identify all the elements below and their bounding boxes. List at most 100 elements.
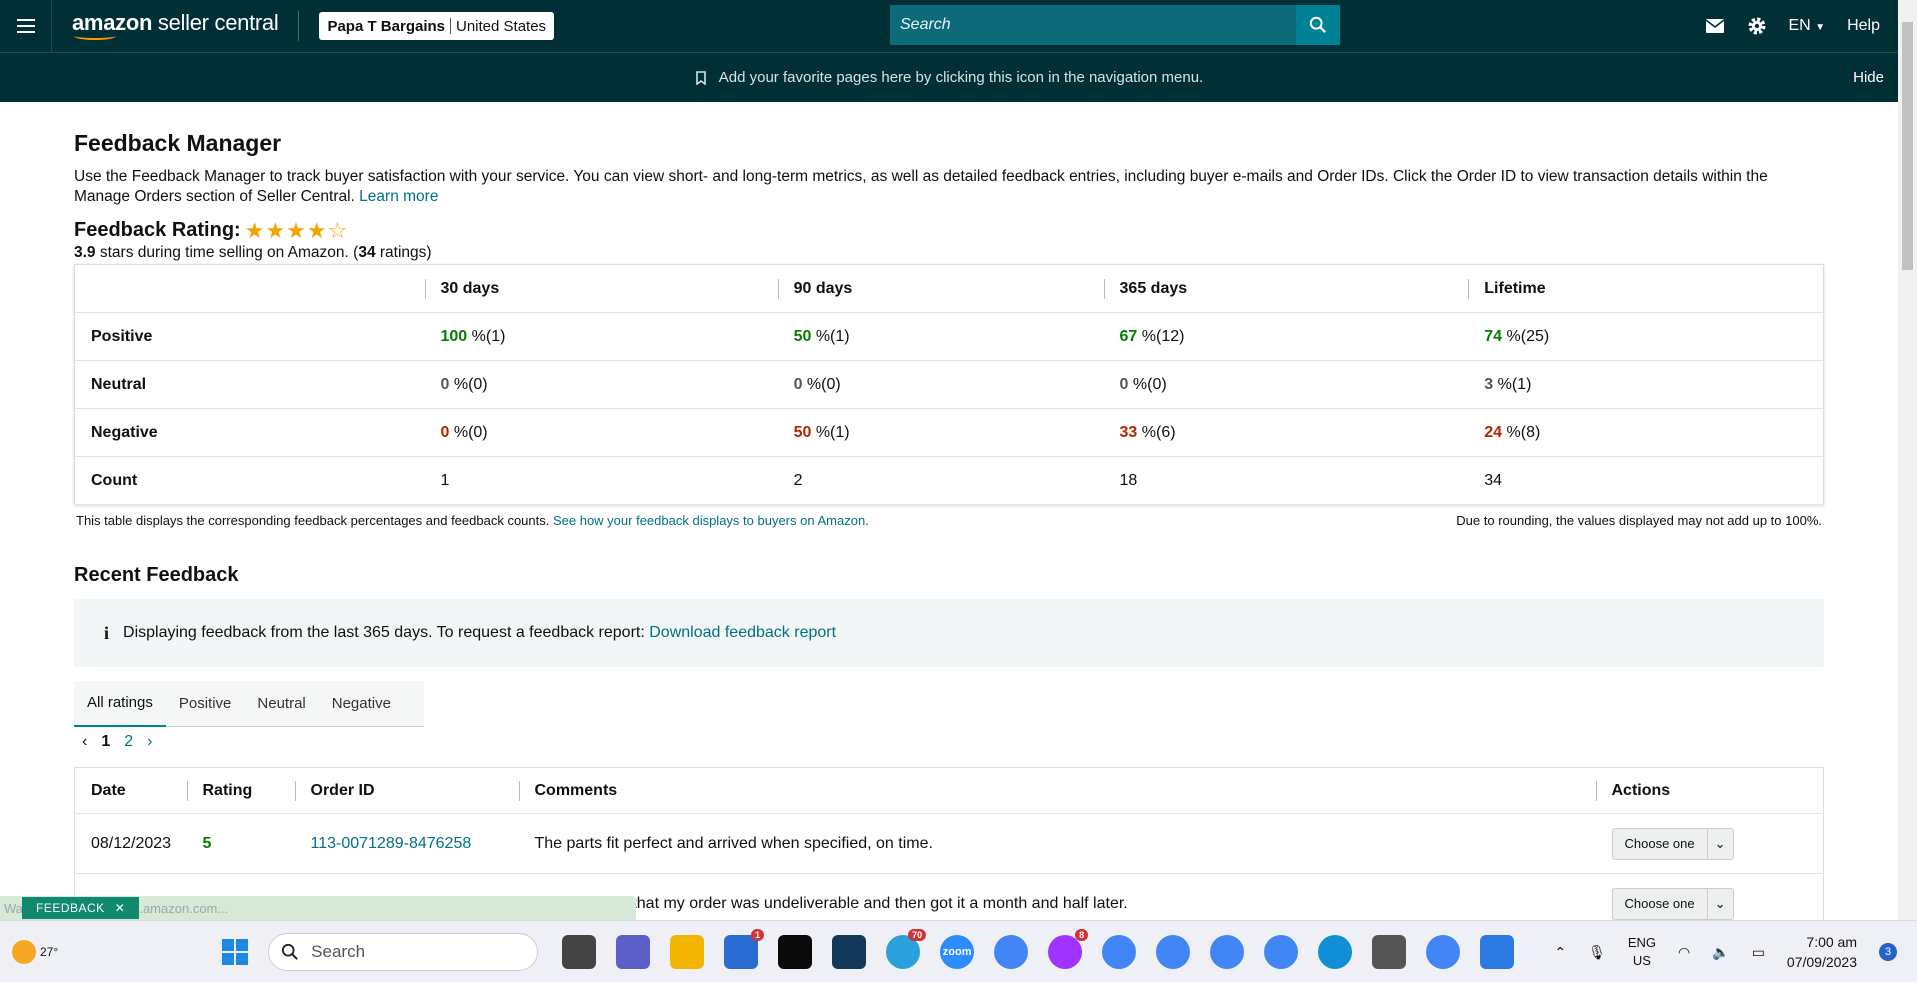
column-header: Order ID [294, 767, 519, 814]
mail-icon[interactable] [1705, 18, 1725, 34]
file-explorer-icon[interactable] [670, 934, 705, 969]
zoom-icon[interactable]: zoom [940, 934, 975, 969]
app-icon[interactable] [832, 934, 867, 969]
weather-widget[interactable]: 27° [12, 939, 58, 964]
chevron-up-icon[interactable]: ⌃ [1554, 944, 1566, 961]
notepad-icon[interactable] [1480, 934, 1515, 969]
percent-value: 100 [440, 327, 468, 345]
volume-icon[interactable]: 🔈 [1712, 944, 1729, 961]
actions-cell: Choose one ⌄ [1595, 813, 1824, 874]
tab-positive[interactable]: Positive [166, 681, 245, 727]
table-caption: This table displays the corresponding fe… [74, 513, 1824, 528]
column-header: Comments [518, 767, 1596, 814]
close-icon[interactable]: ✕ [115, 901, 126, 915]
table-cell: 33 %(6) [1103, 408, 1469, 457]
windows-taskbar: 27° Search 1 70 zoom 8 ⌃ 🎙 ENG US ◠ 🔈 ▭ 7:0… [0, 920, 1917, 982]
language-indicator[interactable]: ENG US [1628, 934, 1656, 970]
star-empty-icon: ☆ [327, 217, 348, 243]
rating-stars: ★ ★ ★ ★ ☆ [245, 217, 348, 243]
chrome-icon[interactable] [1156, 934, 1191, 969]
download-report-link[interactable]: Download feedback report [649, 624, 836, 642]
help-link[interactable]: Help [1847, 17, 1880, 35]
order-id-link[interactable]: 113-0071289-8476258 [311, 835, 472, 852]
bookmark-icon [695, 70, 706, 85]
info-text: Displaying feedback from the last 365 da… [123, 624, 645, 641]
rating-label: Feedback Rating: [74, 219, 241, 241]
tab-negative[interactable]: Negative [319, 681, 404, 727]
chrome-icon[interactable] [994, 934, 1029, 969]
percent-value: 24 [1484, 423, 1503, 441]
intro-text: Use the Feedback Manager to track buyer … [74, 167, 1794, 207]
chrome-icon[interactable] [1264, 934, 1299, 969]
search-button[interactable] [1296, 5, 1340, 45]
row-label: Neutral [74, 360, 425, 409]
table-cell: 24 %(8) [1468, 408, 1824, 457]
feedback-tab[interactable]: FEEDBACK ✕ [22, 897, 140, 919]
choose-action-dropdown[interactable]: Choose one ⌄ [1611, 887, 1734, 920]
rating-tabs: All ratings Positive Neutral Negative [74, 681, 424, 727]
hide-button[interactable]: Hide [1853, 69, 1884, 86]
page-title: Feedback Manager [74, 130, 282, 156]
start-icon[interactable] [218, 935, 252, 969]
chevron-left-icon[interactable]: ‹ [82, 733, 87, 751]
logo-text: seller central [152, 10, 279, 35]
table-cell: 100 %(1) [424, 312, 778, 361]
dropdown-label: Choose one [1624, 836, 1695, 851]
region-code: US [1632, 953, 1651, 968]
chrome-icon[interactable] [1426, 934, 1461, 969]
percent-value: 3 [1484, 375, 1494, 393]
dropbox-icon[interactable] [778, 934, 813, 969]
divider [450, 18, 451, 34]
calculator-icon[interactable] [1372, 934, 1407, 969]
microphone-icon[interactable]: 🎙 [1588, 944, 1606, 961]
percent-value: 74 [1484, 327, 1503, 345]
main-content: Feedback Manager Use the Feedback Manage… [74, 102, 1824, 934]
table-cell: 3 %(1) [1468, 360, 1824, 409]
feedback-rating: Feedback Rating: ★ ★ ★ ★ ☆ [74, 219, 1824, 242]
account-switcher[interactable]: Papa T Bargains United States [319, 12, 555, 40]
page-1[interactable]: 1 [101, 733, 110, 751]
teams-icon[interactable] [616, 934, 651, 969]
search-input[interactable] [890, 5, 1296, 45]
gear-icon[interactable] [1747, 16, 1767, 36]
menu-icon[interactable] [0, 0, 52, 52]
store-icon[interactable]: 1 [724, 928, 765, 969]
messenger-icon[interactable]: 8 [1048, 928, 1089, 969]
telegram-icon[interactable]: 70 [886, 928, 927, 969]
tab-all-ratings[interactable]: All ratings [74, 681, 166, 727]
learn-more-link[interactable]: Learn more [359, 188, 438, 205]
table-row: Negative 0 %(0) 50 %(1) 33 %(6) 24 %(8) [74, 408, 1824, 457]
weather-icon [12, 939, 36, 964]
taskview-icon[interactable] [562, 934, 597, 969]
taskbar-search[interactable]: Search [268, 932, 539, 971]
table-cell: 74 %(25) [1468, 312, 1824, 361]
count-value: %(1) [811, 423, 850, 441]
comment-cell: The parts fit perfect and arrived when s… [518, 813, 1596, 874]
scrollbar-thumb[interactable] [1902, 22, 1913, 270]
percent-value: 50 [793, 327, 812, 345]
battery-icon[interactable]: ▭ [1752, 944, 1765, 961]
count-value: %(8) [1502, 423, 1541, 441]
column-header: Lifetime [1468, 264, 1824, 313]
table-header-row: 30 days 90 days 365 days Lifetime [74, 264, 1824, 313]
seller-central-logo[interactable]: amazon seller central [72, 10, 279, 41]
page-2[interactable]: 2 [124, 733, 133, 751]
chevron-down-icon: ⌄ [1706, 827, 1733, 860]
column-header: 365 days [1103, 264, 1469, 313]
language-selector[interactable]: EN ▼ [1789, 17, 1826, 35]
table-row: Neutral 0 %(0) 0 %(0) 0 %(0) 3 %(1) [74, 360, 1824, 409]
table-cell: 0 %(0) [424, 360, 778, 409]
choose-action-dropdown[interactable]: Choose one ⌄ [1611, 827, 1734, 860]
chrome-icon[interactable] [1102, 934, 1137, 969]
wifi-icon[interactable]: ◠ [1678, 944, 1690, 961]
chevron-right-icon[interactable]: › [147, 733, 152, 751]
chevron-down-icon: ⌄ [1706, 887, 1733, 920]
tab-neutral[interactable]: Neutral [244, 681, 318, 727]
feedback-display-link[interactable]: See how your feedback displays to buyers… [553, 513, 869, 528]
edge-icon[interactable] [1318, 934, 1353, 969]
chrome-icon[interactable] [1210, 934, 1245, 969]
clock[interactable]: 7:00 am 07/09/2023 [1787, 932, 1857, 972]
notification-badge[interactable]: 3 [1879, 943, 1897, 961]
search-box [890, 5, 1340, 45]
page-scrollbar[interactable] [1898, 0, 1917, 920]
